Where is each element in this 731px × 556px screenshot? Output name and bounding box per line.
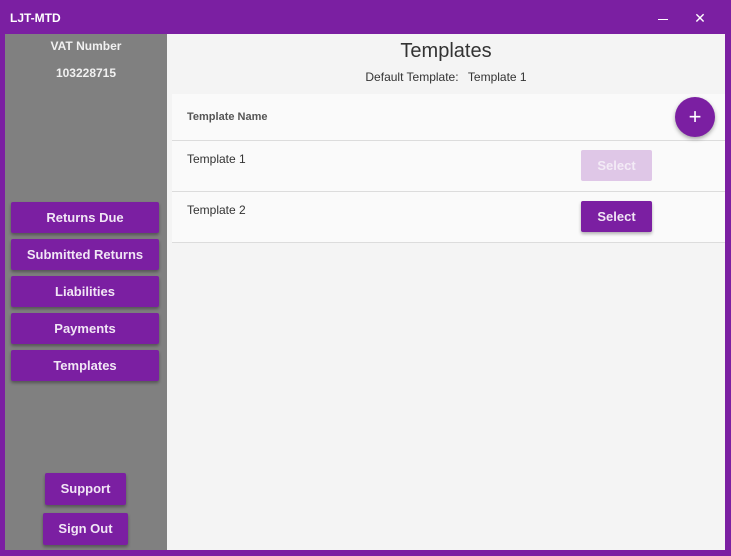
- select-template-button[interactable]: Select: [581, 201, 652, 232]
- select-template-button: Select: [581, 150, 652, 181]
- vat-number-value: 103228715: [55, 66, 117, 80]
- templates-button[interactable]: Templates: [11, 350, 159, 381]
- liabilities-button[interactable]: Liabilities: [11, 276, 159, 307]
- sidebar: VAT Number 103228715 Returns Due Submitt…: [5, 34, 167, 550]
- plus-icon: +: [688, 104, 702, 129]
- main-content: Templates Default Template: Template 1 T…: [167, 34, 725, 550]
- title-bar: LJT-MTD ✕: [0, 0, 731, 34]
- sign-out-button[interactable]: Sign Out: [43, 513, 128, 545]
- payments-button[interactable]: Payments: [11, 313, 159, 344]
- templates-table: Template Name + Template 1 Select Templa…: [172, 94, 725, 243]
- minimize-icon: [658, 18, 668, 20]
- returns-due-button[interactable]: Returns Due: [11, 202, 159, 233]
- default-template-label: Default Template:: [365, 70, 459, 84]
- vat-number-label: VAT Number: [50, 39, 122, 53]
- table-header: Template Name +: [172, 94, 725, 141]
- column-header-template-name: Template Name: [187, 111, 268, 123]
- default-template-line: Default Template: Template 1: [167, 70, 725, 84]
- default-template-value: Template 1: [467, 70, 527, 84]
- table-row: Template 1 Select: [172, 141, 725, 192]
- minimize-button[interactable]: [653, 8, 673, 28]
- app-title: LJT-MTD: [10, 11, 61, 25]
- support-button[interactable]: Support: [45, 473, 126, 505]
- close-button[interactable]: ✕: [690, 8, 710, 28]
- table-row: Template 2 Select: [172, 192, 725, 243]
- submitted-returns-button[interactable]: Submitted Returns: [11, 239, 159, 270]
- add-template-button[interactable]: +: [675, 97, 715, 137]
- close-icon: ✕: [694, 10, 706, 26]
- page-title: Templates: [400, 40, 492, 62]
- template-name: Template 2: [187, 203, 246, 217]
- template-name: Template 1: [187, 152, 246, 166]
